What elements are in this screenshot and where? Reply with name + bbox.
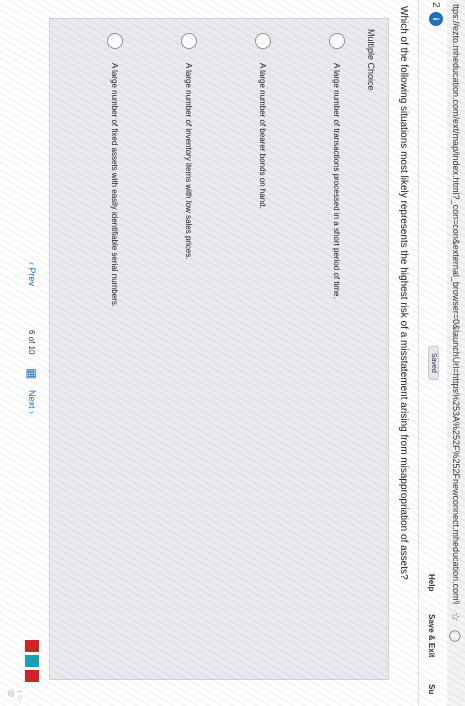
bookmark-star-icon[interactable]: ☆ <box>450 612 463 622</box>
answer-option-4[interactable]: A large number of fixed assets with easi… <box>104 33 126 307</box>
answer-option-2[interactable]: A large number of bearer bonds on hand. <box>252 33 274 209</box>
prev-label: Prev <box>27 267 37 287</box>
option-text: A large number of inventory items with l… <box>184 63 194 260</box>
prev-button[interactable]: ‹ Prev <box>27 262 37 286</box>
save-exit-button[interactable]: Save & Exit <box>427 614 436 658</box>
next-label: Next <box>27 390 37 409</box>
option-text: A large number of bearer bonds on hand. <box>258 63 268 209</box>
answer-option-3[interactable]: A large number of inventory items with l… <box>178 33 200 260</box>
option-text: A large number of transactions processed… <box>332 63 342 299</box>
assignment-header: 2 i Saved Help Save & Exit Su <box>418 0 447 706</box>
radio-button[interactable] <box>181 33 197 49</box>
question-text: Which of the following situations most l… <box>398 6 409 580</box>
page-current: 6 <box>27 330 36 335</box>
radio-button[interactable] <box>329 33 345 49</box>
info-icon[interactable]: i <box>429 12 443 26</box>
option-text: A large number of fixed assets with easi… <box>110 63 120 308</box>
chevron-right-icon: › <box>27 408 37 415</box>
side-controls-icon: ‹ ○ ◎ <box>7 690 25 700</box>
saved-status-badge: Saved <box>428 346 439 380</box>
next-button[interactable]: Next › <box>27 390 37 414</box>
answer-panel: Multiple Choice A large number of transa… <box>49 18 389 680</box>
logo-block <box>25 640 39 652</box>
url-text[interactable]: ttps://ezto.mheducation.com/ext/map/inde… <box>451 4 461 604</box>
browser-menu-icon[interactable]: ◯ <box>450 630 463 642</box>
logo-block <box>25 670 39 682</box>
page-indicator: 6 of 10 <box>27 330 36 355</box>
page-total: 10 <box>27 345 36 355</box>
logo-block <box>25 655 39 667</box>
question-navigation: ‹ Prev 6 of 10 ▦ Next › <box>7 0 47 706</box>
screen: ttps://ezto.mheducation.com/ext/map/inde… <box>0 0 465 706</box>
grid-icon[interactable]: ▦ <box>25 368 39 379</box>
question-type-label: Multiple Choice <box>366 29 376 91</box>
mcgraw-hill-logo <box>25 640 39 682</box>
submit-button[interactable]: Su <box>427 684 436 694</box>
page-of: of <box>27 336 36 344</box>
radio-button[interactable] <box>255 33 271 49</box>
question-number: 2 <box>430 2 441 8</box>
answer-option-1[interactable]: A large number of transactions processed… <box>326 33 348 299</box>
browser-url-bar[interactable]: ttps://ezto.mheducation.com/ext/map/inde… <box>446 0 465 706</box>
help-button[interactable]: Help <box>427 574 436 591</box>
radio-button[interactable] <box>107 33 123 49</box>
